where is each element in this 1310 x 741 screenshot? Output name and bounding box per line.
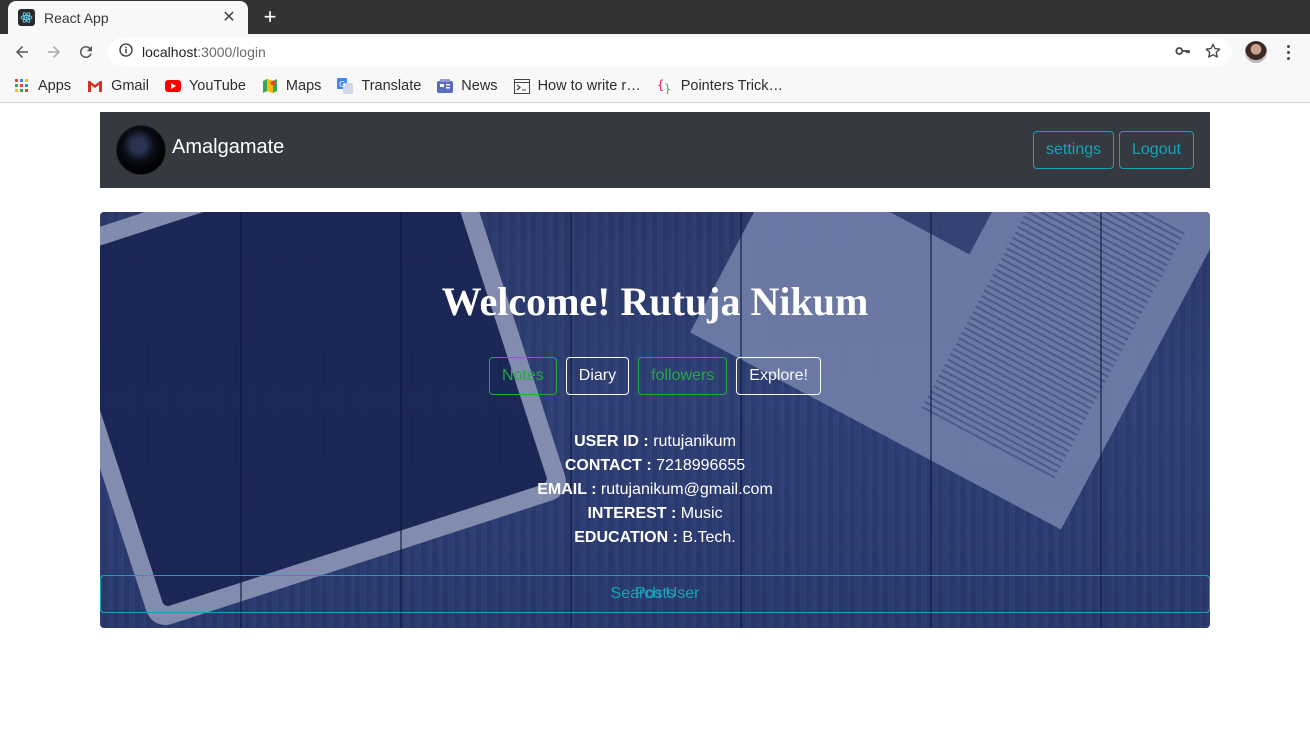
profile-row-user-id: USER ID : rutujanikum [100,430,1210,454]
profile-value: rutujanikum@gmail.com [600,481,773,498]
reload-icon[interactable] [74,40,98,64]
profile-value: rutujanikum [653,433,736,450]
react-icon [18,9,35,26]
section-buttons: Notes Diary Posts followers Explore! Sea… [100,357,1210,613]
browser-tab-strip: React App ✕ + [0,0,1310,34]
bookmark-label: Maps [285,78,322,94]
logout-button[interactable]: Logout [1119,131,1194,169]
bookmark-label: Translate [361,78,422,94]
info-icon[interactable] [118,42,134,63]
address-bar[interactable]: localhost:3000/login [108,38,1232,66]
code-braces-icon: {} [657,78,673,94]
profile-row-education: EDUCATION : B.Tech. [100,526,1210,550]
svg-text:G: G [339,80,345,89]
profile-avatar[interactable] [1245,41,1267,63]
profile-row-contact: CONTACT : 7218996655 [100,454,1210,478]
address-bar-actions [1174,42,1222,65]
profile-info: USER ID : rutujanikum CONTACT : 72189966… [100,430,1210,550]
search-user-button[interactable]: Search User [100,575,1210,613]
profile-key: USER ID : [574,433,649,450]
brand-name[interactable]: Amalgamate [172,136,284,159]
terminal-icon [513,78,530,94]
profile-value: B.Tech. [682,529,736,546]
bookmark-how-to-write[interactable]: How to write r… [513,78,641,94]
profile-value: Music [680,505,723,522]
profile-row-email: EMAIL : rutujanikum@gmail.com [100,478,1210,502]
welcome-heading: Welcome! Rutuja Nikum [441,279,869,324]
bookmark-label: Pointers Trick… [680,78,784,94]
tab-title: React App [44,9,109,26]
settings-button[interactable]: settings [1033,131,1115,169]
forward-arrow-icon[interactable] [42,40,66,64]
news-icon [437,78,454,94]
profile-key: EDUCATION : [574,529,678,546]
profile-key: CONTACT : [564,457,652,474]
profile-key: EMAIL : [537,481,597,498]
translate-icon: G [337,78,354,94]
browser-toolbar: localhost:3000/login [0,34,1310,70]
bookmark-label: YouTube [188,78,246,94]
profile-key: INTEREST : [587,505,677,522]
bookmark-translate[interactable]: G Translate [337,78,421,94]
bookmark-news[interactable]: News [437,78,498,94]
svg-text:}: } [664,82,671,94]
bookmarks-bar: Apps Gmail YouTube Maps G Translate News [0,70,1310,103]
explore-button[interactable]: Explore! [736,357,821,395]
app-navbar: Amalgamate settings Logout [100,112,1210,188]
bookmark-label: Apps [38,78,72,94]
bookmark-gmail[interactable]: Gmail [87,78,149,94]
close-tab-icon[interactable]: ✕ [220,9,238,27]
bookmark-pointers-tricks[interactable]: {} Pointers Trick… [657,78,783,94]
brand-logo[interactable] [116,125,166,175]
bookmark-apps[interactable]: Apps [14,78,71,94]
new-tab-button[interactable]: + [258,5,282,29]
profile-row-interest: INTEREST : Music [100,502,1210,526]
diary-button[interactable]: Diary [565,357,630,395]
key-icon[interactable] [1174,42,1192,65]
youtube-icon [164,78,181,94]
bookmark-maps[interactable]: Maps [262,78,321,94]
back-arrow-icon[interactable] [10,40,34,64]
url-path: :3000/login [197,44,266,60]
gmail-icon [87,78,103,94]
maps-icon [262,78,278,94]
followers-button[interactable]: followers [638,357,728,395]
browser-tab[interactable]: React App ✕ [8,1,248,34]
apps-grid-icon [14,78,30,94]
profile-value: 7218996655 [656,457,746,474]
bookmark-label: How to write r… [537,78,641,94]
bookmark-label: News [461,78,498,94]
browser-menu-icon[interactable] [1278,40,1298,64]
star-bookmark-icon[interactable] [1204,42,1222,65]
bookmark-youtube[interactable]: YouTube [164,78,246,94]
url-host: localhost [142,44,198,60]
notes-button[interactable]: Notes [489,357,557,395]
welcome-jumbotron: Welcome! Rutuja Nikum Notes Diary Posts … [100,212,1210,628]
bookmark-label: Gmail [111,78,149,94]
